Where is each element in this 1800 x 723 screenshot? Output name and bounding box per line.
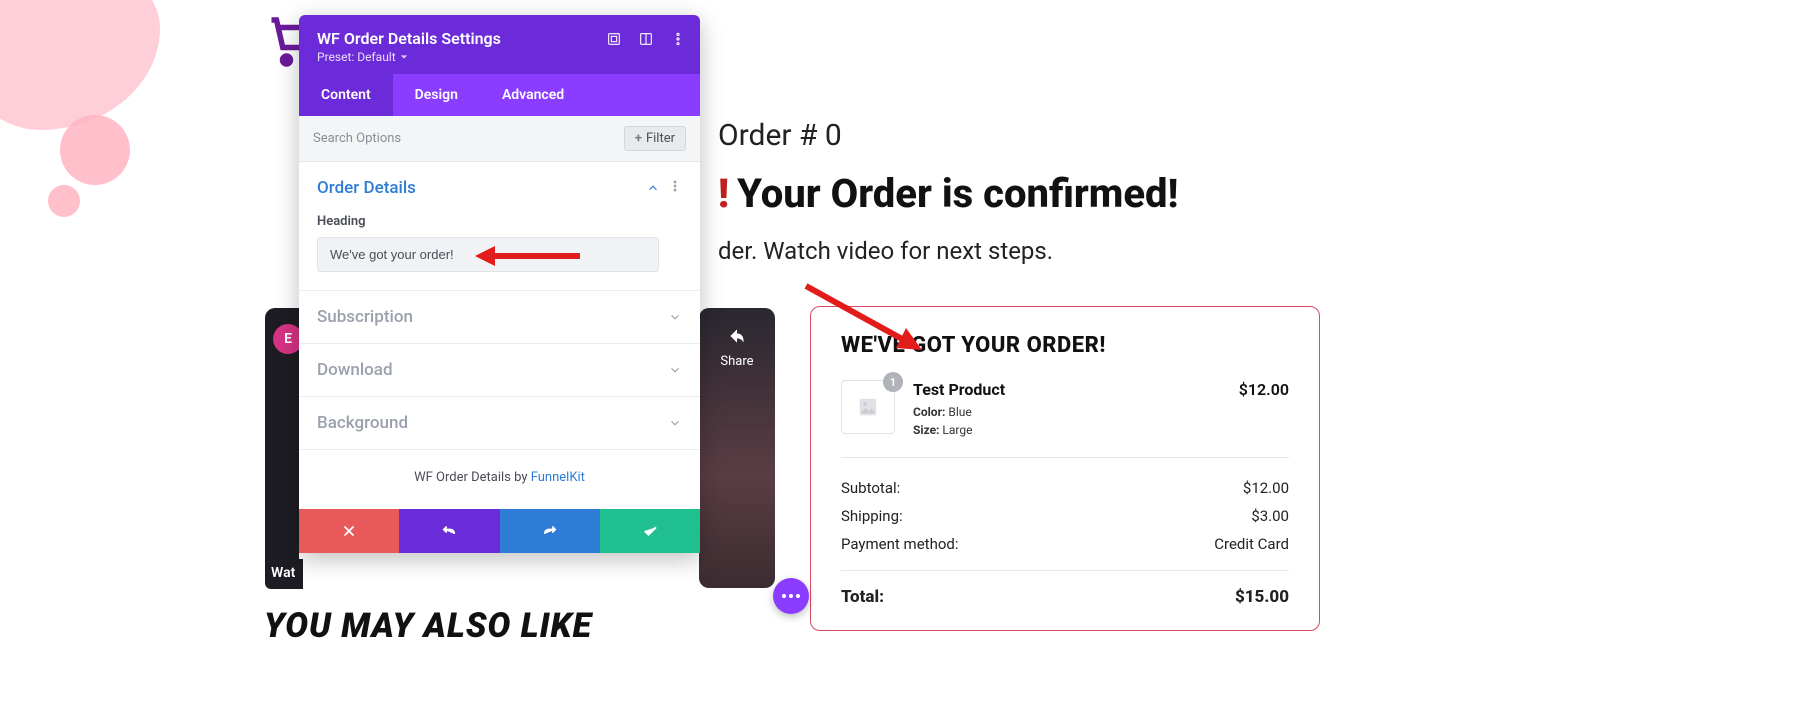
share-column: Share [699, 308, 775, 588]
decorative-blob [0, 0, 220, 220]
total-label: Total: [841, 587, 884, 607]
order-number: Order # 0 [718, 118, 1358, 153]
share-icon[interactable] [699, 326, 775, 354]
tab-content[interactable]: Content [299, 74, 393, 116]
tab-design[interactable]: Design [393, 74, 480, 116]
product-size: Size: Large [913, 421, 1005, 439]
panel-footer-credit: WF Order Details by FunnelKit [299, 450, 700, 509]
more-icon[interactable] [670, 31, 686, 47]
order-confirmed-heading: !Your Order is confirmed! [718, 171, 1358, 217]
preset-selector[interactable]: Preset: Default [317, 50, 682, 64]
section-background-header[interactable]: Background [299, 397, 700, 449]
filter-button[interactable]: +Filter [624, 126, 686, 151]
shipping-value: $3.00 [1251, 507, 1289, 525]
search-row: Search Options +Filter [299, 116, 700, 162]
undo-button[interactable] [399, 509, 499, 553]
chevron-down-icon [668, 363, 682, 377]
tab-advanced[interactable]: Advanced [480, 74, 586, 116]
section-order-details-header[interactable]: Order Details [299, 162, 700, 214]
section-download-header[interactable]: Download [299, 344, 700, 396]
shipping-label: Shipping: [841, 507, 903, 525]
share-label: Share [699, 354, 775, 369]
section-subscription-header[interactable]: Subscription [299, 291, 700, 343]
page-preview: Order # 0 !Your Order is confirmed! der.… [718, 118, 1358, 265]
chevron-down-icon [668, 310, 682, 324]
chevron-up-icon [646, 181, 660, 195]
expand-icon[interactable] [606, 31, 622, 47]
order-totals: Subtotal: $12.00 Shipping: $3.00 Payment m… [841, 458, 1289, 612]
you-may-also-like-heading: YOU MAY ALSO LIKE [264, 606, 592, 646]
panel-header: WF Order Details Settings Preset: Defaul… [299, 15, 700, 74]
subtotal-label: Subtotal: [841, 479, 900, 497]
product-name: Test Product [913, 380, 1005, 399]
floating-more-button[interactable] [773, 578, 809, 614]
payment-label: Payment method: [841, 535, 958, 553]
funnelkit-link[interactable]: FunnelKit [531, 470, 585, 485]
payment-value: Credit Card [1214, 535, 1289, 553]
qty-badge: 1 [883, 372, 903, 392]
product-color: Color: Blue [913, 403, 1005, 421]
watch-label-fragment: Wat [265, 559, 303, 589]
annotation-arrow-icon [475, 244, 580, 268]
subtotal-value: $12.00 [1243, 479, 1289, 497]
save-button[interactable] [600, 509, 700, 553]
product-price: $12.00 [1239, 380, 1289, 399]
order-subtext: der. Watch video for next steps. [718, 237, 1358, 265]
heading-field-label: Heading [317, 214, 682, 229]
annotation-arrow-icon [800, 280, 930, 360]
settings-panel: WF Order Details Settings Preset: Defaul… [299, 15, 700, 553]
cancel-button[interactable] [299, 509, 399, 553]
columns-icon[interactable] [638, 31, 654, 47]
redo-button[interactable] [500, 509, 600, 553]
panel-actions [299, 509, 700, 553]
total-value: $15.00 [1235, 587, 1289, 607]
product-thumbnail: 1 [841, 380, 895, 434]
chevron-down-icon [668, 416, 682, 430]
product-row: 1 Test Product Color: Blue Size: Large $… [841, 380, 1289, 458]
section-more-icon[interactable] [668, 179, 682, 197]
panel-tabs: Content Design Advanced [299, 74, 700, 116]
search-input[interactable]: Search Options [313, 131, 401, 146]
